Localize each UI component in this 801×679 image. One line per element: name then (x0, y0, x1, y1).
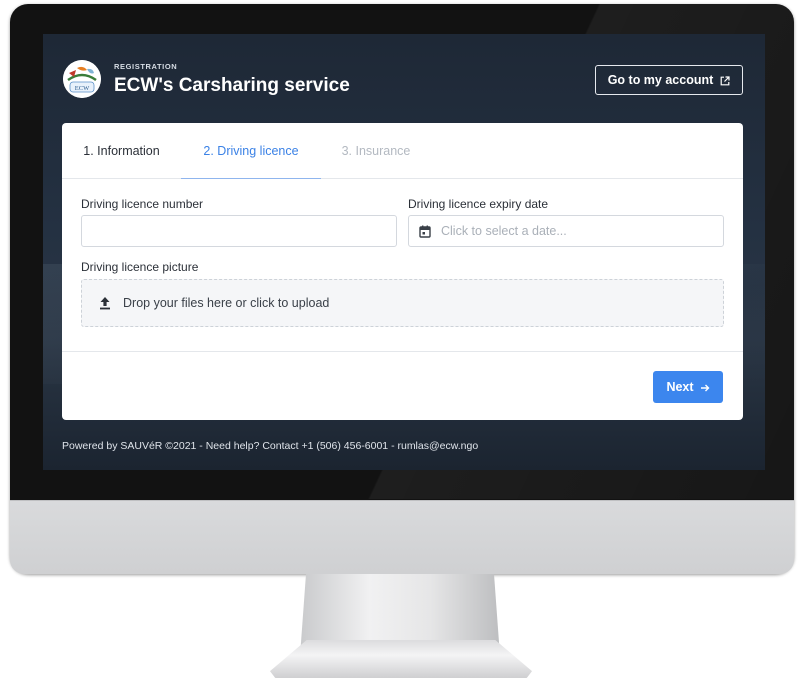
dropzone-text: Drop your files here or click to upload (123, 296, 330, 310)
ecw-logo: ECW (63, 60, 101, 98)
tab-driving-licence[interactable]: 2. Driving licence (181, 123, 321, 179)
next-button[interactable]: Next (653, 371, 723, 403)
licence-picture-label: Driving licence picture (81, 260, 199, 274)
registration-card: 1. Information 2. Driving licence 3. Ins… (62, 123, 743, 420)
monitor-chin (10, 500, 794, 574)
arrow-right-icon (700, 382, 710, 392)
licence-picture-dropzone[interactable]: Drop your files here or click to upload (81, 279, 724, 327)
monitor-base (270, 640, 532, 678)
expiry-date-label: Driving licence expiry date (408, 197, 549, 211)
app-screen: ECW REGISTRATION ECW's Carsharing servic… (43, 34, 765, 470)
account-button-label: Go to my account (607, 73, 714, 87)
tab-insurance: 3. Insurance (341, 144, 411, 158)
next-button-label: Next (666, 380, 694, 394)
upload-icon (99, 296, 111, 310)
licence-number-input[interactable] (81, 215, 397, 247)
footer-text: Powered by SAUVéR ©2021 - Need help? Con… (62, 440, 479, 452)
expiry-date-picker[interactable]: Click to select a date... (408, 215, 724, 247)
tab-information[interactable]: 1. Information (62, 123, 181, 179)
svg-text:ECW: ECW (75, 85, 90, 92)
calendar-icon (419, 225, 431, 238)
licence-number-label: Driving licence number (81, 197, 204, 211)
step-tabs: 1. Information 2. Driving licence 3. Ins… (62, 123, 743, 179)
external-link-icon (720, 75, 730, 86)
app-header: ECW REGISTRATION ECW's Carsharing servic… (63, 58, 743, 104)
card-divider (62, 351, 743, 352)
expiry-date-placeholder: Click to select a date... (441, 224, 567, 238)
page-eyebrow: REGISTRATION (114, 62, 178, 71)
go-to-account-button[interactable]: Go to my account (595, 65, 743, 95)
page-title: ECW's Carsharing service (114, 75, 350, 96)
